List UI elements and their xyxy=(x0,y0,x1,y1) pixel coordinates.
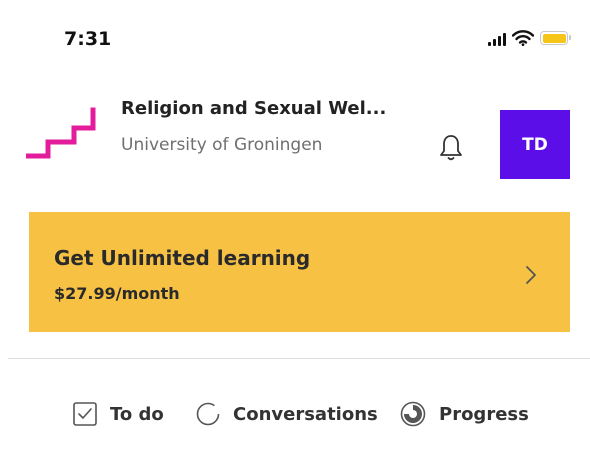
signal-bars-icon xyxy=(488,30,506,46)
status-time: 7:31 xyxy=(64,28,112,50)
battery-icon xyxy=(540,31,571,45)
wifi-icon xyxy=(512,30,534,46)
divider xyxy=(8,358,590,359)
status-bar: 7:31 xyxy=(0,0,590,80)
course-title[interactable]: Religion and Sexual Wel... xyxy=(121,98,386,119)
course-institution: University of Groningen xyxy=(121,135,323,155)
promo-title: Get Unlimited learning xyxy=(54,246,311,270)
tab-to-do[interactable]: To do xyxy=(72,396,164,432)
chevron-right-icon xyxy=(526,266,536,284)
promo-price: $27.99/month xyxy=(54,284,180,303)
unlimited-learning-banner[interactable]: Get Unlimited learning $27.99/month xyxy=(29,212,570,332)
tab-label: Progress xyxy=(439,403,529,425)
staircase-logo-icon xyxy=(26,107,96,159)
status-icons xyxy=(488,30,571,46)
course-tabs: To do Conversations Progress xyxy=(0,396,590,436)
avatar[interactable]: TD xyxy=(500,110,570,179)
bell-icon[interactable] xyxy=(437,132,465,162)
checkbox-icon xyxy=(73,402,97,426)
tab-label: To do xyxy=(110,403,164,425)
circle-icon xyxy=(196,402,220,426)
course-header: Religion and Sexual Wel... University of… xyxy=(0,80,590,190)
tab-progress[interactable]: Progress xyxy=(399,396,529,432)
tab-conversations[interactable]: Conversations xyxy=(195,396,378,432)
progress-ring-icon xyxy=(400,401,426,427)
tab-label: Conversations xyxy=(233,403,378,425)
